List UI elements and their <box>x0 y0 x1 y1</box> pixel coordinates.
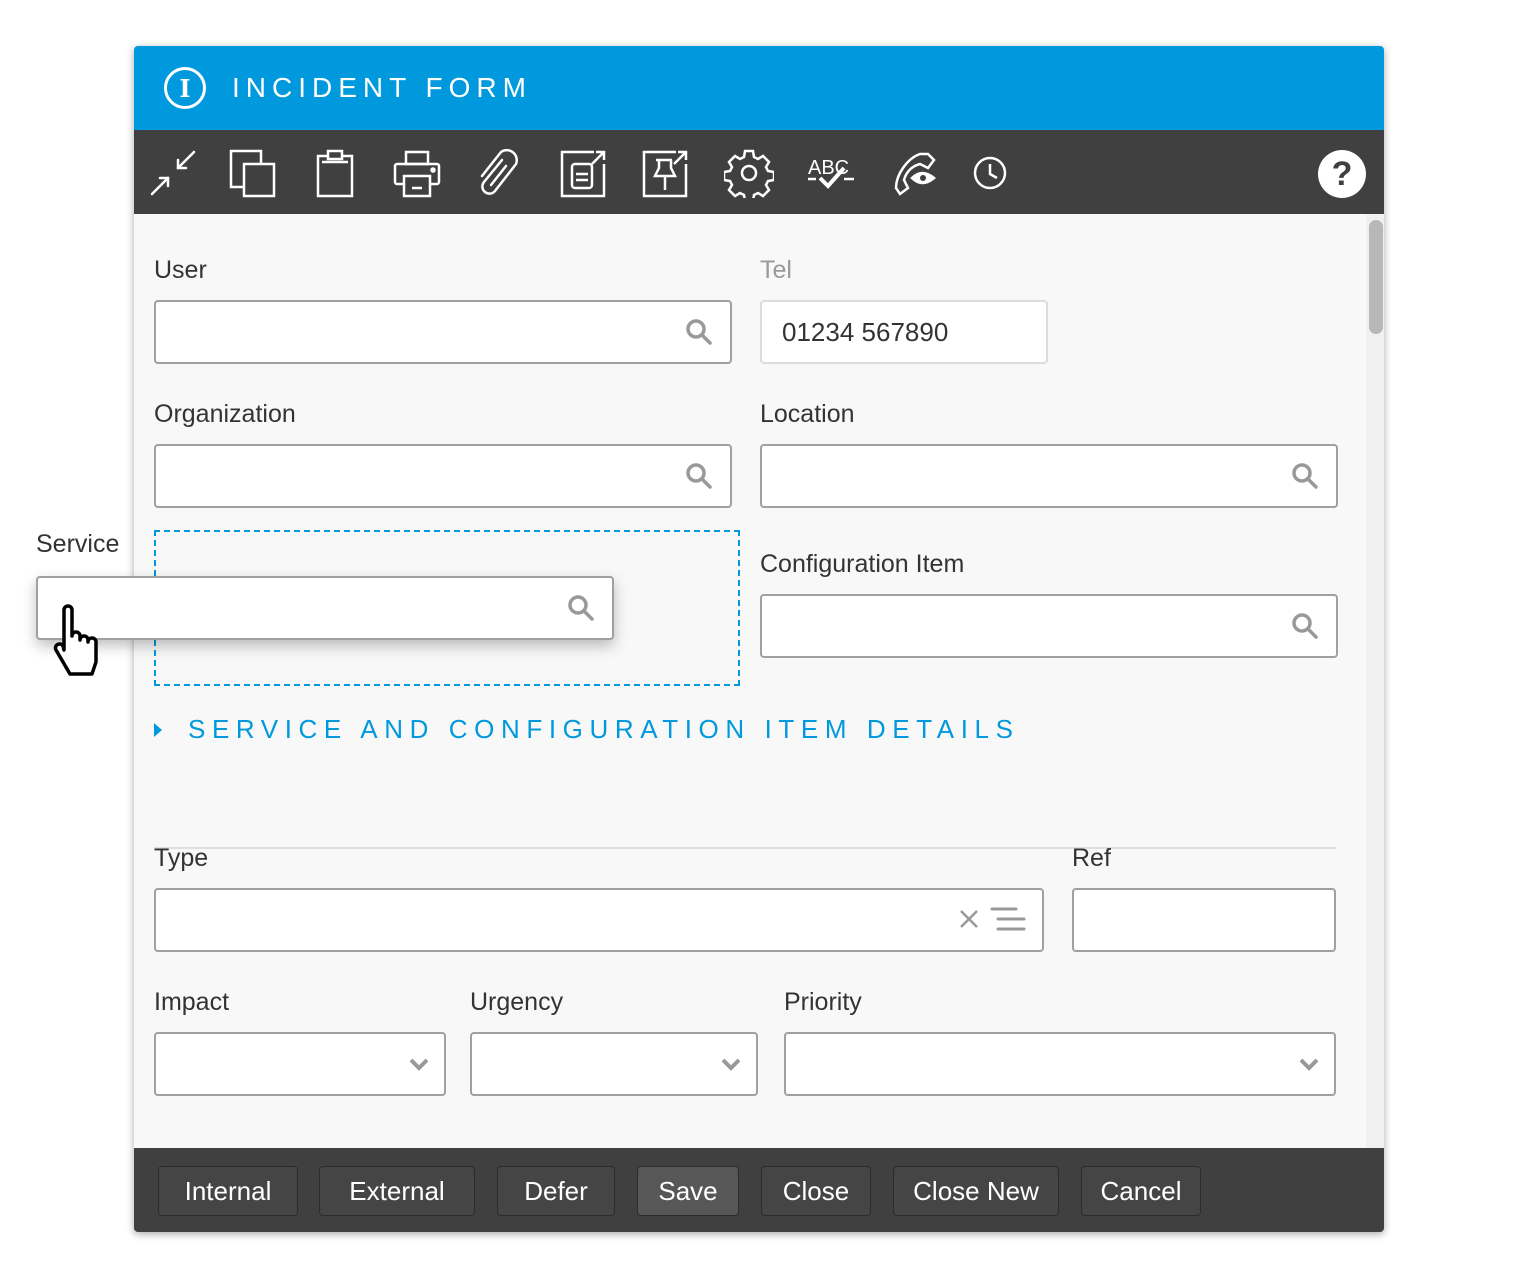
type-input[interactable] <box>156 890 1042 950</box>
location-label: Location <box>760 400 855 428</box>
organization-label: Organization <box>154 400 296 428</box>
clear-icon[interactable] <box>958 908 980 930</box>
form-content: User Tel Organization Location Configura… <box>134 214 1366 1148</box>
search-icon[interactable] <box>566 593 596 623</box>
close-button[interactable]: Close <box>761 1166 871 1216</box>
chevron-down-icon <box>1299 1058 1319 1071</box>
configuration-item-input[interactable] <box>762 596 1336 656</box>
copy-icon[interactable] <box>228 148 278 198</box>
help-icon[interactable]: ? <box>1318 150 1366 198</box>
export-document-icon[interactable] <box>558 148 608 198</box>
priority-label: Priority <box>784 988 862 1016</box>
settings-gear-icon[interactable] <box>722 148 776 203</box>
type-field[interactable] <box>154 888 1044 952</box>
external-button[interactable]: External <box>319 1166 475 1216</box>
user-label: User <box>154 256 207 284</box>
impact-select[interactable] <box>154 1032 446 1096</box>
ref-field[interactable] <box>1072 888 1336 952</box>
service-field-dragging[interactable] <box>36 576 614 640</box>
toolbar: ABC ? <box>134 130 1384 214</box>
configuration-item-label: Configuration Item <box>760 550 965 578</box>
service-label: Service <box>36 530 120 558</box>
cancel-button[interactable]: Cancel <box>1081 1166 1201 1216</box>
tel-field[interactable] <box>760 300 1048 364</box>
tel-label: Tel <box>760 256 792 284</box>
spellcheck-icon[interactable]: ABC <box>806 148 856 198</box>
clipboard-icon[interactable] <box>310 148 360 198</box>
collapse-icon[interactable] <box>148 148 198 198</box>
search-icon[interactable] <box>684 461 714 491</box>
chevron-down-icon <box>409 1058 429 1071</box>
user-input[interactable] <box>156 302 730 362</box>
section-title: SERVICE AND CONFIGURATION ITEM DETAILS <box>188 714 1020 744</box>
impact-label: Impact <box>154 988 230 1016</box>
configuration-item-field[interactable] <box>760 594 1338 658</box>
chevron-down-icon <box>721 1058 741 1071</box>
search-icon[interactable] <box>1290 461 1320 491</box>
print-icon[interactable] <box>392 148 442 198</box>
ref-input[interactable] <box>1074 890 1334 950</box>
organization-input[interactable] <box>156 446 730 506</box>
priority-select[interactable] <box>784 1032 1336 1096</box>
location-input[interactable] <box>762 446 1336 506</box>
window-title: INCIDENT FORM <box>232 72 532 103</box>
search-icon[interactable] <box>684 317 714 347</box>
title-bar: I INCIDENT FORM <box>134 46 1384 130</box>
defer-button[interactable]: Defer <box>497 1166 615 1216</box>
close-new-button[interactable]: Close New <box>893 1166 1059 1216</box>
phone-watch-icon[interactable] <box>890 148 940 198</box>
footer-action-bar: Internal External Defer Save Close Close… <box>134 1148 1384 1232</box>
internal-button[interactable]: Internal <box>158 1166 298 1216</box>
list-picker-icon[interactable] <box>988 906 1028 932</box>
scrollbar-thumb[interactable] <box>1369 220 1383 334</box>
user-field[interactable] <box>154 300 732 364</box>
organization-field[interactable] <box>154 444 732 508</box>
divider <box>154 847 1336 849</box>
caret-right-icon <box>154 722 162 737</box>
ref-label: Ref <box>1072 844 1111 872</box>
type-label: Type <box>154 844 209 872</box>
history-clock-icon[interactable] <box>968 148 1018 198</box>
search-icon[interactable] <box>1290 611 1320 641</box>
tel-input[interactable] <box>762 302 1046 362</box>
incident-icon: I <box>164 67 206 109</box>
attachment-icon[interactable] <box>474 148 524 198</box>
section-toggle[interactable]: SERVICE AND CONFIGURATION ITEM DETAILS <box>154 714 1020 745</box>
urgency-label: Urgency <box>470 988 564 1016</box>
urgency-select[interactable] <box>470 1032 758 1096</box>
location-field[interactable] <box>760 444 1338 508</box>
scrollbar[interactable] <box>1366 214 1384 1148</box>
hand-cursor-icon <box>53 604 98 676</box>
pin-export-icon[interactable] <box>640 148 690 198</box>
save-button[interactable]: Save <box>637 1166 739 1216</box>
